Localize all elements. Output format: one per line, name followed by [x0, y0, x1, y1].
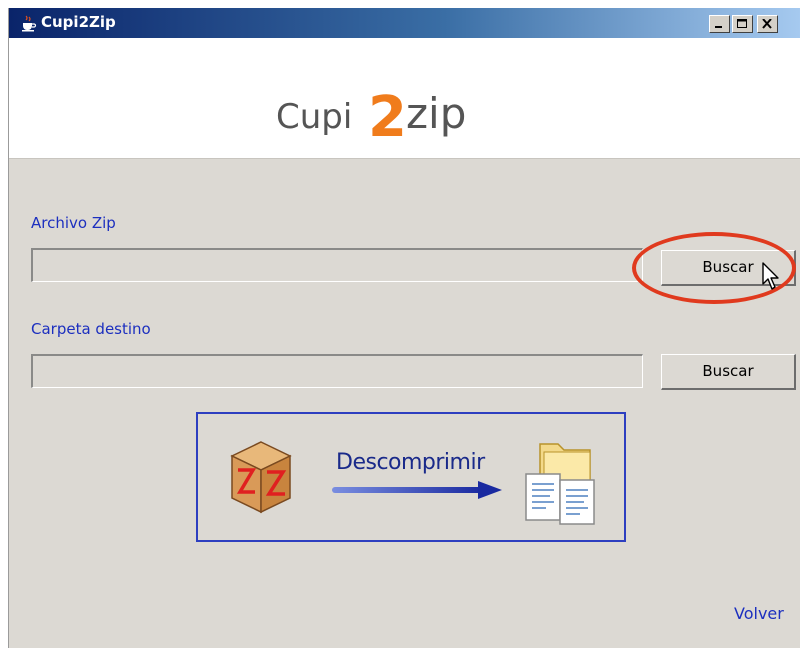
zip-file-input[interactable]	[33, 250, 646, 283]
maximize-icon	[737, 19, 747, 28]
zip-file-field[interactable]	[31, 248, 646, 283]
zip-file-label: Archivo Zip	[31, 214, 116, 232]
back-link[interactable]: Volver	[734, 604, 784, 623]
mouse-cursor-icon	[762, 262, 779, 290]
dest-folder-input[interactable]	[33, 356, 646, 389]
minimize-icon	[715, 26, 722, 28]
title-bar[interactable]: Cupi2Zip	[9, 8, 800, 38]
arrow-right-icon	[332, 481, 502, 499]
dest-folder-label: Carpeta destino	[31, 320, 151, 338]
extracted-files-icon	[525, 443, 595, 525]
logo-text-cupi: Cupi	[276, 97, 352, 137]
app-window: Cupi2Zip Cupi 2 zip Archivo Zip Buscar C…	[8, 8, 800, 648]
logo-text-zip: zip	[406, 89, 466, 138]
maximize-button[interactable]	[732, 15, 753, 33]
decompress-label: Descomprimir	[336, 450, 485, 475]
minimize-button[interactable]	[709, 15, 730, 33]
app-logo: Cupi 2 zip	[276, 85, 466, 146]
zip-box-icon	[230, 441, 292, 514]
java-cup-icon	[22, 15, 37, 32]
close-button[interactable]	[757, 15, 778, 33]
decompress-button[interactable]: Descomprimir	[196, 412, 626, 542]
window-title: Cupi2Zip	[41, 13, 116, 31]
close-icon	[762, 19, 772, 29]
logo-text-2: 2	[368, 85, 407, 146]
browse-dest-button[interactable]: Buscar	[661, 354, 796, 390]
dest-folder-field[interactable]	[31, 354, 646, 389]
header-banner: Cupi 2 zip	[9, 38, 800, 159]
